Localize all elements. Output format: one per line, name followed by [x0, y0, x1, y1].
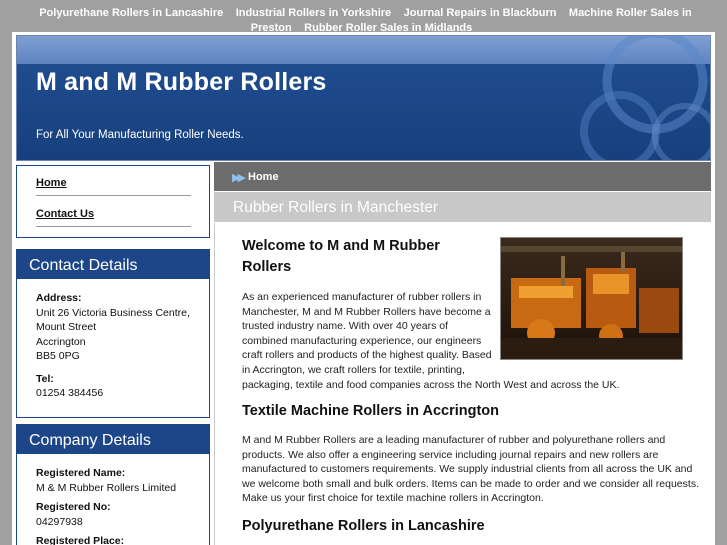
polyurethane-heading: Polyurethane Rollers in Lancashire [242, 518, 485, 534]
site-title: M and M Rubber Rollers [36, 68, 327, 96]
tel-label: Tel: [36, 372, 54, 385]
breadcrumb: ▶▶ Home [214, 162, 711, 191]
contact-details-heading: Contact Details [17, 250, 209, 279]
textile-heading: Textile Machine Rollers in Accrington [242, 403, 500, 419]
address-line: BB5 0PG [36, 350, 80, 362]
page-title-bar: Rubber Rollers in Manchester [214, 192, 711, 222]
registered-name-value: M & M Rubber Rollers Limited [36, 481, 177, 494]
textile-paragraph: M and M Rubber Rollers are a leading man… [242, 433, 707, 506]
decorative-rings-graphic [580, 36, 710, 160]
welcome-heading: Welcome to M and M Rubber Rollers [242, 236, 440, 278]
text-line: manufactured to customers requirements. … [242, 463, 693, 476]
address-line: Unit 26 Victoria Business Centre, [36, 306, 190, 319]
company-details-heading: Company Details [17, 425, 209, 454]
main-content: Welcome to M and M Rubber Rollers As an … [214, 223, 711, 545]
welcome-heading-line: Welcome to M and M Rubber [242, 238, 440, 254]
registered-name-label: Registered Name: [36, 467, 126, 479]
double-arrow-icon: ▶▶ [232, 172, 246, 184]
text-line: packaging, textile and food companies ac… [242, 378, 620, 391]
address-label: Address: [36, 292, 82, 304]
toplink-industrial-yorkshire[interactable]: Industrial Rollers in Yorkshire [236, 7, 391, 19]
address-line: Mount Street [36, 321, 97, 333]
text-line: M and M Rubber Rollers are a leading man… [242, 434, 666, 446]
text-line: As an experienced manufacturer of rubber… [242, 291, 482, 303]
top-links-bar: Polyurethane Rollers in Lancashire Indus… [0, 0, 727, 34]
toplink-journal-blackburn[interactable]: Journal Repairs in Blackburn [404, 7, 557, 19]
sidebar-nav: Home Contact Us [16, 165, 210, 238]
tel-value: 01254 384456 [36, 387, 104, 399]
text-line: in Accrington, we craft rollers for text… [242, 363, 465, 376]
company-details-box: Company Details Registered Name: M & M R… [16, 424, 210, 545]
address-line: Accrington [36, 335, 86, 348]
text-line: trusted industry name. With over 40 year… [242, 320, 449, 333]
welcome-heading-line: Rollers [242, 259, 292, 275]
breadcrumb-home[interactable]: Home [248, 171, 279, 183]
text-line: we welcome both small and bulk orders. I… [242, 477, 699, 490]
page-title: Rubber Rollers in Manchester [233, 199, 439, 216]
registered-no-label: Registered No: [36, 501, 111, 513]
text-line: Make us your first choice for textile ma… [242, 492, 544, 505]
sidebar-item-home[interactable]: Home [36, 176, 191, 196]
site-tagline: For All Your Manufacturing Roller Needs. [36, 129, 244, 141]
text-line: products. We also offer a engineering se… [242, 448, 659, 461]
registered-no-value: 04297938 [36, 515, 83, 528]
sidebar-item-contact-us[interactable]: Contact Us [36, 207, 191, 227]
toplink-polyurethane-lancashire[interactable]: Polyurethane Rollers in Lancashire [39, 7, 223, 19]
registered-place-label: Registered Place: [36, 535, 125, 545]
text-line: Manchester, M and M Rubber Rollers have … [242, 305, 491, 318]
welcome-paragraph: As an experienced manufacturer of rubber… [242, 290, 702, 392]
text-line: craft rollers and products of the highes… [242, 349, 492, 362]
contact-details-box: Contact Details Address: Unit 26 Victori… [16, 249, 210, 418]
site-header: M and M Rubber Rollers For All Your Manu… [16, 35, 711, 161]
text-line: combined manufacturing experience, our e… [242, 334, 482, 347]
